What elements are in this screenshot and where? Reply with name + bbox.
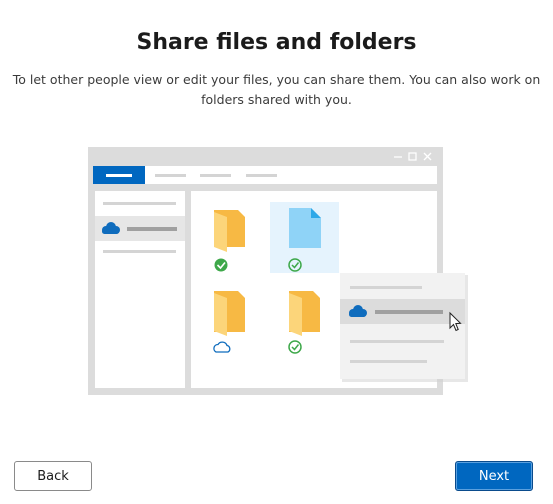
checkmark-icon xyxy=(214,258,228,272)
folder-icon xyxy=(289,291,320,336)
file-icon xyxy=(289,208,321,248)
toolbar-tab xyxy=(246,174,277,177)
folder-icon xyxy=(214,210,245,252)
folder-icon xyxy=(214,291,245,336)
next-button[interactable]: Next xyxy=(455,461,533,491)
toolbar-tab xyxy=(200,174,231,177)
file-explorer-illustration xyxy=(88,147,468,395)
back-button[interactable]: Back xyxy=(14,461,92,491)
toolbar-tab xyxy=(155,174,186,177)
